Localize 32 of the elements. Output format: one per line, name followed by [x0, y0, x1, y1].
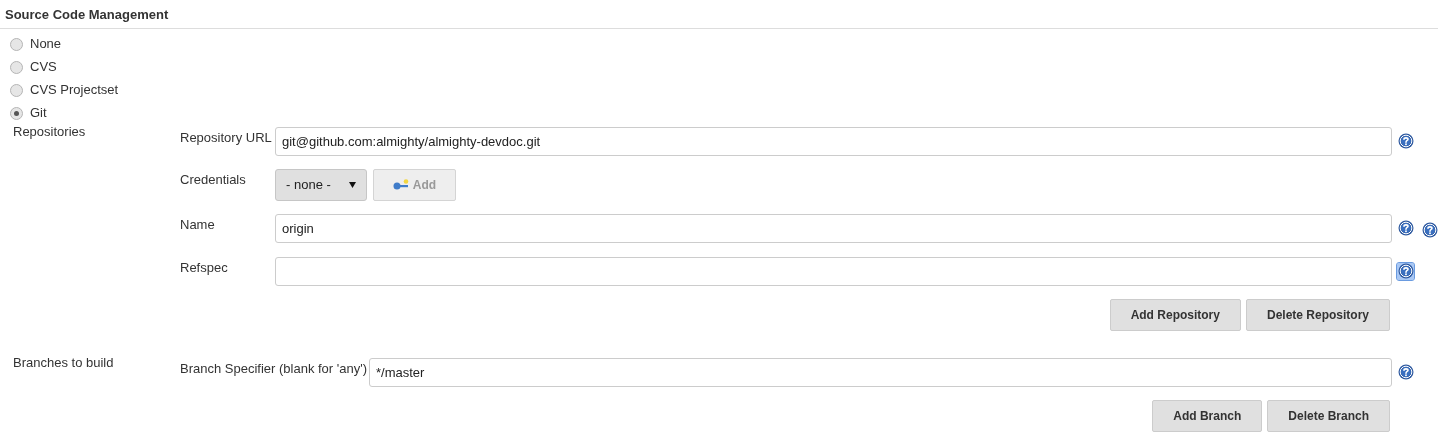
text-field[interactable] — [275, 256, 1392, 286]
help-icon[interactable] — [1397, 262, 1414, 280]
action-button[interactable]: Add Branch — [1152, 399, 1263, 432]
branches-label: Branches to build — [13, 354, 114, 370]
help-icon[interactable] — [1397, 363, 1414, 381]
help-icon[interactable] — [1397, 219, 1414, 237]
help-icon[interactable] — [1397, 132, 1414, 150]
field-label: Branch Specifier (blank for 'any') — [180, 360, 368, 376]
field-label: Name — [180, 216, 215, 232]
action-button[interactable]: Add Repository — [1109, 298, 1241, 331]
radio-label: Git — [30, 104, 47, 123]
radio-button[interactable] — [10, 37, 23, 51]
text-field[interactable]: origin — [275, 213, 1392, 243]
action-button[interactable]: Delete Repository — [1245, 298, 1390, 331]
caret-icon — [349, 181, 356, 188]
radio-button[interactable] — [10, 106, 23, 120]
field-label: Credentials — [180, 171, 246, 187]
field-label: Repository URL — [180, 129, 272, 145]
text-field[interactable]: */master — [369, 357, 1392, 387]
help-icon[interactable] — [1421, 221, 1438, 239]
text-field[interactable]: git@github.com:almighty/almighty-devdoc.git — [275, 126, 1392, 156]
radio-button[interactable] — [10, 60, 23, 74]
key-icon — [392, 178, 409, 191]
action-button[interactable]: Delete Branch — [1267, 399, 1390, 432]
section-title: Source Code Management — [5, 7, 169, 22]
field-label: Refspec — [180, 259, 228, 275]
repositories-label: Repositories — [13, 123, 86, 139]
radio-button[interactable] — [10, 83, 23, 97]
credentials-select[interactable]: - none - — [275, 168, 367, 201]
radio-label: None — [30, 35, 62, 54]
radio-label: CVS — [30, 58, 57, 77]
radio-label: CVS Projectset — [30, 81, 119, 100]
